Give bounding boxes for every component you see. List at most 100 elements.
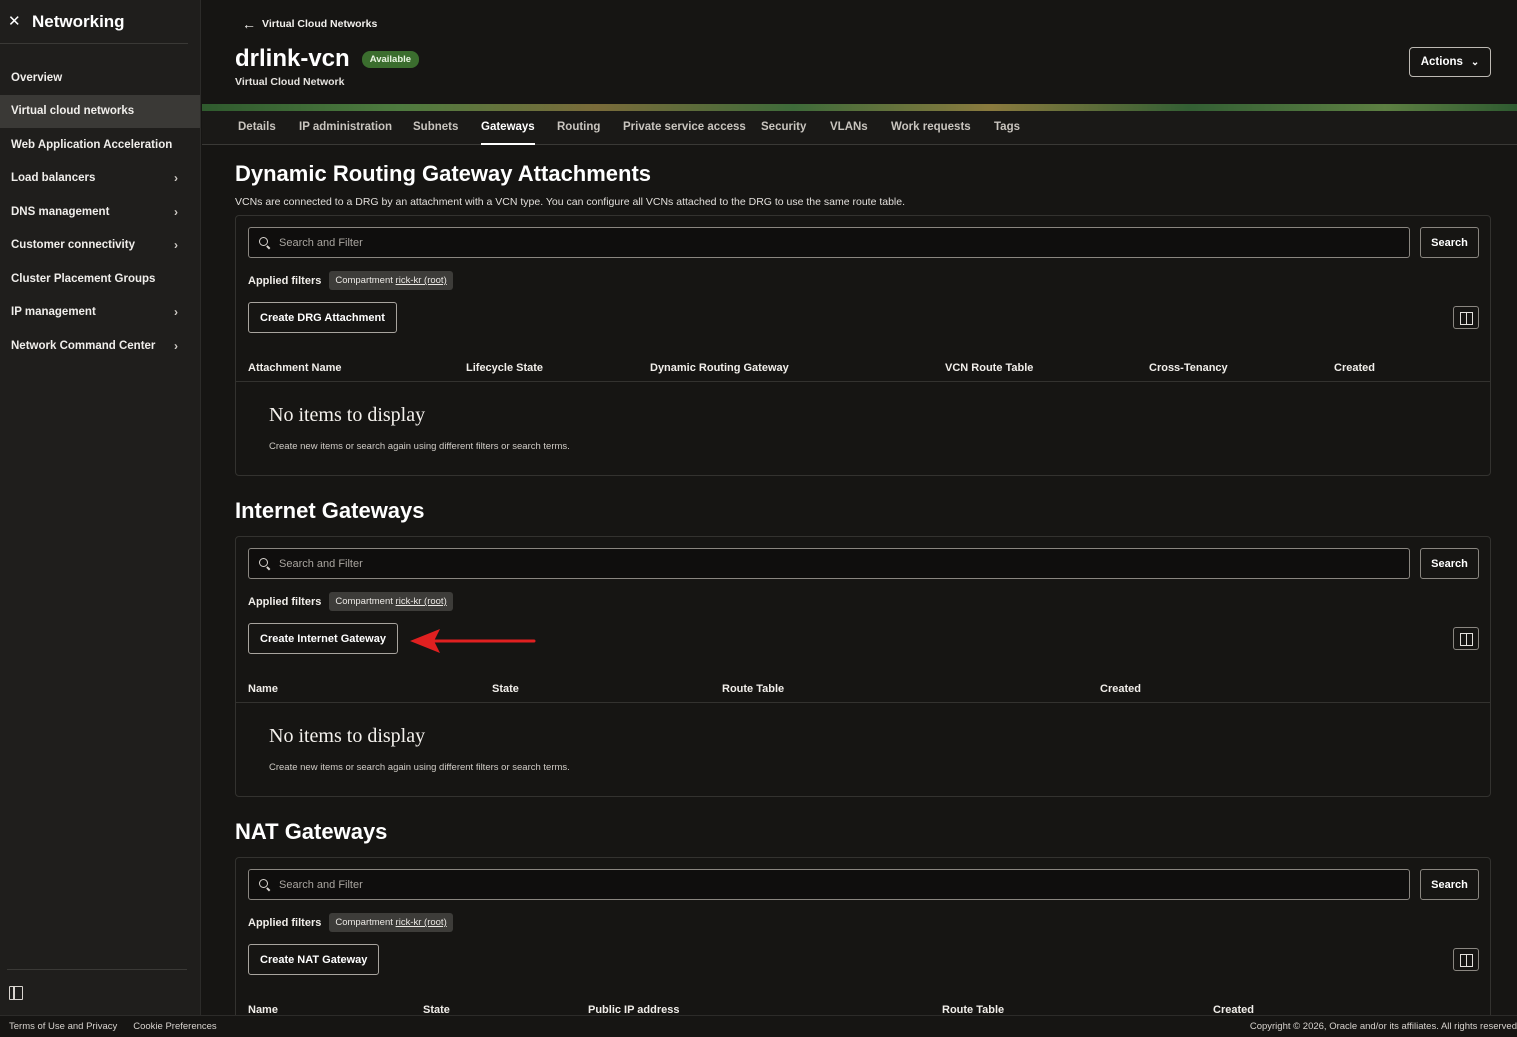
app-title: Networking	[32, 11, 125, 31]
igw-applied-filters: Applied filters Compartment rick-kr (roo…	[248, 592, 453, 611]
compartment-filter-chip[interactable]: Compartment rick-kr (root)	[329, 271, 453, 290]
sidebar-item-overview[interactable]: Overview	[0, 61, 200, 95]
column-header[interactable]: VCN Route Table	[945, 362, 1033, 374]
collapse-sidebar-icon[interactable]	[9, 986, 23, 1000]
tab-routing[interactable]: Routing	[557, 121, 600, 133]
page-title: drlink-vcn	[235, 45, 350, 72]
nat-table-header: Name State Public IP address Route Table…	[236, 996, 1490, 1015]
page-subtitle: Virtual Cloud Network	[235, 76, 345, 88]
column-settings-icon[interactable]	[1453, 627, 1479, 650]
chip-prefix: Compartment	[335, 275, 393, 286]
search-icon	[259, 878, 271, 891]
networking-icon: ✕	[8, 12, 21, 30]
tab-gateways[interactable]: Gateways	[481, 121, 535, 145]
tab-subnets[interactable]: Subnets	[413, 121, 458, 133]
chevron-right-icon: ›	[174, 171, 178, 186]
sidebar-item-label: Cluster Placement Groups	[11, 272, 156, 285]
column-header[interactable]: Public IP address	[588, 1004, 680, 1015]
compartment-link[interactable]: rick-kr (root)	[396, 596, 447, 607]
column-header[interactable]: Created	[1213, 1004, 1254, 1015]
header-banner	[202, 104, 1517, 111]
terms-link[interactable]: Terms of Use and Privacy	[9, 1021, 117, 1032]
igw-search-field[interactable]	[248, 548, 1410, 579]
column-header[interactable]: Route Table	[942, 1004, 1004, 1015]
sidebar: ✕ Networking Overview Virtual cloud netw…	[0, 0, 201, 1015]
column-header[interactable]: Route Table	[722, 683, 784, 695]
column-header[interactable]: Name	[248, 1004, 278, 1015]
column-header[interactable]: Dynamic Routing Gateway	[650, 362, 789, 374]
sidebar-item-web-application-acceleration[interactable]: Web Application Acceleration	[0, 128, 200, 162]
column-header[interactable]: State	[492, 683, 519, 695]
tab-details[interactable]: Details	[238, 121, 276, 133]
sidebar-item-load-balancers[interactable]: Load balancers ›	[0, 162, 200, 196]
drg-applied-filters: Applied filters Compartment rick-kr (roo…	[248, 271, 453, 290]
chevron-right-icon: ›	[174, 305, 178, 320]
column-header[interactable]: Name	[248, 683, 278, 695]
sidebar-divider	[7, 969, 187, 970]
sidebar-item-label: Overview	[11, 71, 63, 84]
applied-filters-label: Applied filters	[248, 274, 322, 287]
tab-private-service-access[interactable]: Private service access	[623, 121, 746, 133]
sidebar-item-ip-management[interactable]: IP management ›	[0, 296, 200, 330]
chevron-right-icon: ›	[174, 238, 178, 253]
nat-search-input[interactable]	[279, 878, 1379, 891]
create-drg-attachment-button[interactable]: Create DRG Attachment	[248, 302, 397, 333]
column-settings-icon[interactable]	[1453, 948, 1479, 971]
sidebar-item-network-command-center[interactable]: Network Command Center ›	[0, 329, 200, 363]
applied-filters-label: Applied filters	[248, 916, 322, 929]
tab-security[interactable]: Security	[761, 121, 806, 133]
compartment-link[interactable]: rick-kr (root)	[396, 917, 447, 928]
sidebar-item-customer-connectivity[interactable]: Customer connectivity ›	[0, 229, 200, 263]
empty-state-description: Create new items or search again using d…	[269, 762, 570, 773]
sidebar-item-dns-management[interactable]: DNS management ›	[0, 195, 200, 229]
nat-search-field[interactable]	[248, 869, 1410, 900]
chip-prefix: Compartment	[335, 596, 393, 607]
sidebar-item-label: Load balancers	[11, 172, 96, 185]
sidebar-item-label: DNS management	[11, 205, 110, 218]
compartment-link[interactable]: rick-kr (root)	[396, 275, 447, 286]
column-header[interactable]: Created	[1334, 362, 1375, 374]
create-nat-gateway-button[interactable]: Create NAT Gateway	[248, 944, 380, 975]
chevron-right-icon: ›	[174, 204, 178, 219]
igw-search-button[interactable]: Search	[1420, 548, 1479, 579]
column-header[interactable]: Created	[1100, 683, 1141, 695]
app-brand: ✕ Networking	[0, 0, 188, 44]
cookie-preferences-link[interactable]: Cookie Preferences	[133, 1021, 216, 1032]
sidebar-item-cluster-placement-groups[interactable]: Cluster Placement Groups	[0, 262, 200, 296]
column-header[interactable]: Cross-Tenancy	[1149, 362, 1228, 374]
sidebar-item-label: Customer connectivity	[11, 239, 135, 252]
back-link-label: Virtual Cloud Networks	[262, 18, 378, 30]
drg-search-field[interactable]	[248, 227, 1410, 258]
sidebar-item-label: Virtual cloud networks	[11, 105, 135, 118]
chevron-down-icon: ⌄	[1470, 56, 1480, 68]
copyright-text: Copyright © 2026, Oracle and/or its affi…	[1249, 1021, 1517, 1032]
tab-tags[interactable]: Tags	[994, 121, 1020, 133]
nat-search-button[interactable]: Search	[1420, 869, 1479, 900]
create-internet-gateway-button[interactable]: Create Internet Gateway	[248, 623, 398, 654]
back-link[interactable]: ← Virtual Cloud Networks	[242, 16, 377, 32]
empty-state-title: No items to display	[269, 404, 426, 426]
drg-search-input[interactable]	[279, 236, 1379, 249]
drg-table-header: Attachment Name Lifecycle State Dynamic …	[236, 354, 1490, 382]
drg-search-button[interactable]: Search	[1420, 227, 1479, 258]
actions-button[interactable]: Actions ⌄	[1409, 47, 1491, 77]
applied-filters-label: Applied filters	[248, 595, 322, 608]
column-header[interactable]: Lifecycle State	[466, 362, 543, 374]
drg-section-description: VCNs are connected to a DRG by an attach…	[235, 196, 906, 208]
sidebar-item-label: IP management	[11, 306, 96, 319]
column-header[interactable]: Attachment Name	[248, 362, 342, 374]
nat-panel: Search Applied filters Compartment rick-…	[235, 857, 1491, 1015]
compartment-filter-chip[interactable]: Compartment rick-kr (root)	[329, 913, 453, 932]
page-footer: Terms of Use and Privacy Cookie Preferen…	[0, 1015, 1517, 1037]
nat-section-title: NAT Gateways	[235, 819, 388, 844]
column-settings-icon[interactable]	[1453, 306, 1479, 329]
sidebar-item-virtual-cloud-networks[interactable]: Virtual cloud networks	[0, 94, 200, 128]
nat-applied-filters: Applied filters Compartment rick-kr (roo…	[248, 913, 453, 932]
tab-work-requests[interactable]: Work requests	[891, 121, 971, 133]
tab-vlans[interactable]: VLANs	[830, 121, 868, 133]
main-content: Dynamic Routing Gateway Attachments VCNs…	[202, 146, 1517, 1015]
igw-search-input[interactable]	[279, 557, 1379, 570]
column-header[interactable]: State	[423, 1004, 450, 1015]
tab-ip-administration[interactable]: IP administration	[299, 121, 392, 133]
compartment-filter-chip[interactable]: Compartment rick-kr (root)	[329, 592, 453, 611]
